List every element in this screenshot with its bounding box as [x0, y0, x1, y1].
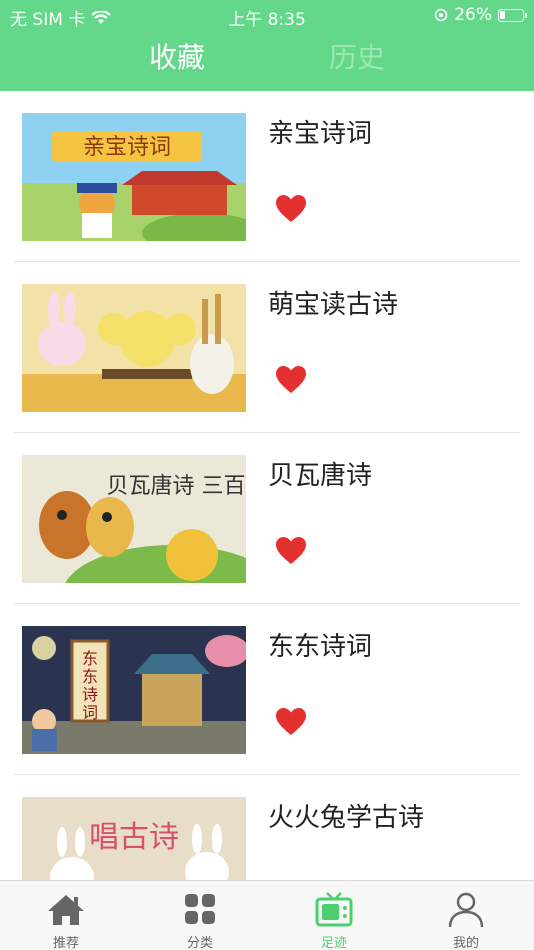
bottom-tab-bar: 推荐 分类 足迹 我的 — [0, 880, 534, 950]
tab-recommend[interactable]: 推荐 — [26, 881, 106, 950]
svg-text:词: 词 — [82, 703, 98, 722]
tab-label: 分类 — [186, 936, 213, 950]
svg-text:诗: 诗 — [82, 685, 98, 704]
rotation-lock-icon — [434, 8, 448, 22]
tab-favorites[interactable]: 收藏 — [149, 36, 205, 80]
item-title: 萌宝读古诗 — [268, 290, 399, 320]
list-item[interactable]: 唱古诗 火火兔学古诗 — [0, 775, 534, 880]
heart-icon[interactable] — [275, 707, 307, 737]
home-icon — [48, 895, 84, 925]
svg-text:唱古诗: 唱古诗 — [89, 820, 179, 855]
top-tabs: 收藏 历史 — [0, 36, 534, 80]
svg-text:亲宝诗词: 亲宝诗词 — [83, 135, 171, 160]
tab-label: 足迹 — [320, 936, 347, 950]
status-bar: 无 SIM 卡 上午 8:35 26% — [0, 0, 534, 30]
item-title: 贝瓦唐诗 — [268, 461, 373, 491]
grid-icon — [185, 894, 215, 924]
heart-icon[interactable] — [275, 536, 307, 566]
tab-label: 推荐 — [52, 936, 79, 950]
tab-mine[interactable]: 我的 — [426, 881, 506, 950]
item-title: 东东诗词 — [268, 632, 373, 662]
thumbnail-image: 亲宝诗词 — [22, 113, 246, 241]
list-item[interactable]: 萌宝读古诗 — [0, 262, 534, 433]
svg-text:贝瓦唐诗 三百首: 贝瓦唐诗 三百首 — [107, 474, 247, 499]
thumbnail-image: 贝瓦唐诗 三百首 — [22, 455, 246, 583]
favorites-list: 亲宝诗词 亲宝诗词 萌宝读古诗 贝瓦唐诗 三百 贝瓦唐诗 东 东 诗 词 东东诗… — [0, 91, 534, 880]
tab-category[interactable]: 分类 — [160, 881, 240, 950]
battery-percent: 26% — [454, 5, 492, 25]
heart-icon[interactable] — [275, 365, 307, 395]
item-title: 火火兔学古诗 — [268, 803, 425, 833]
svg-text:东: 东 — [82, 667, 98, 686]
tv-icon — [315, 892, 353, 927]
user-icon — [448, 892, 484, 928]
tab-label: 我的 — [452, 936, 479, 950]
svg-text:东: 东 — [82, 649, 98, 668]
battery-icon — [498, 8, 527, 22]
list-item[interactable]: 东 东 诗 词 东东诗词 — [0, 604, 534, 775]
list-item[interactable]: 贝瓦唐诗 三百首 贝瓦唐诗 — [0, 433, 534, 604]
header: 无 SIM 卡 上午 8:35 26% 收藏 历史 — [0, 0, 534, 91]
tab-history[interactable]: 历史 — [329, 36, 385, 80]
heart-icon[interactable] — [275, 194, 307, 224]
item-title: 亲宝诗词 — [268, 119, 373, 149]
list-item[interactable]: 亲宝诗词 亲宝诗词 — [0, 91, 534, 262]
tab-footprint[interactable]: 足迹 — [294, 881, 374, 950]
thumbnail-image: 唱古诗 — [22, 797, 246, 880]
thumbnail-image: 东 东 诗 词 — [22, 626, 246, 754]
thumbnail-image — [22, 284, 246, 412]
